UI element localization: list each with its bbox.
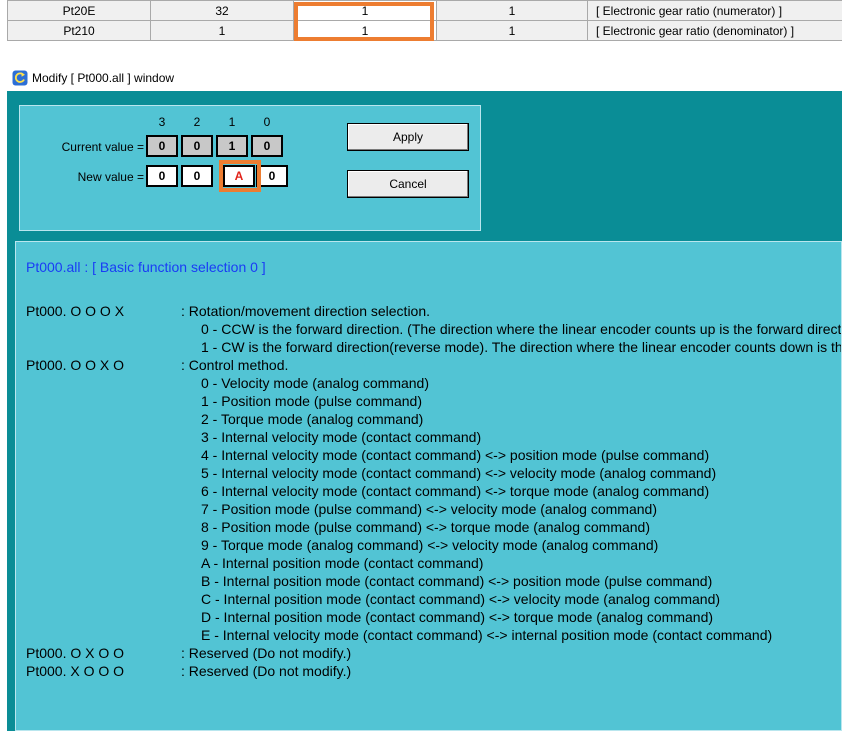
option-line: 1 - CW is the forward direction(reverse … [201, 339, 842, 355]
section-prefix: Pt000. O O X O [26, 357, 125, 373]
option-line: D - Internal position mode (contact comm… [201, 609, 714, 625]
section-prefix: Pt000. X O O O [26, 663, 125, 679]
option-line: 5 - Internal velocity mode (contact comm… [201, 465, 717, 481]
value-cell: 1 [150, 20, 294, 41]
option-line: 0 - CCW is the forward direction. (The d… [201, 321, 842, 337]
section-label: : Reserved (Do not modify.) [181, 663, 352, 679]
new-value-highlight-box [219, 160, 261, 192]
option-line: A - Internal position mode (contact comm… [201, 555, 484, 571]
window-title-text: Modify [ Pt000.all ] window [32, 71, 175, 85]
window-title: Modify [ Pt000.all ] window [12, 68, 174, 88]
current-value-digit: 0 [181, 135, 213, 157]
description-area: Pt000.all : [ Basic function selection 0… [15, 241, 842, 731]
refresh-icon [12, 70, 28, 86]
new-value-digit-input[interactable]: 0 [146, 165, 178, 187]
new-value-digit-input[interactable]: 0 [181, 165, 213, 187]
current-value-digit: 1 [216, 135, 248, 157]
param-cell: Pt20E [7, 0, 151, 21]
digit-header: 0 [263, 115, 271, 129]
new-value-label: New value = [77, 170, 144, 184]
digit-header: 1 [228, 115, 236, 129]
option-line: 2 - Torque mode (analog command) [201, 411, 424, 427]
value-highlight-box [294, 2, 434, 41]
current-value-label: Current value = [61, 140, 144, 154]
value-editor-panel: 3 2 1 0 Current value = 0 0 1 0 New valu… [19, 105, 481, 231]
param-cell: Pt210 [7, 20, 151, 41]
section-label: : Rotation/movement direction selection. [181, 303, 431, 319]
option-line: 3 - Internal velocity mode (contact comm… [201, 429, 482, 445]
option-line: 6 - Internal velocity mode (contact comm… [201, 483, 710, 499]
value-cell: 32 [150, 0, 294, 21]
section-label: : Control method. [181, 357, 289, 373]
description-title: Pt000.all : [ Basic function selection 0… [26, 259, 266, 275]
option-line: 7 - Position mode (pulse command) <-> ve… [201, 501, 657, 517]
option-line: C - Internal position mode (contact comm… [201, 591, 721, 607]
section-prefix: Pt000. O X O O [26, 645, 125, 661]
section-label: : Reserved (Do not modify.) [181, 645, 352, 661]
modify-window: 3 2 1 0 Current value = 0 0 1 0 New valu… [7, 91, 842, 731]
apply-button[interactable]: Apply [347, 123, 469, 151]
digit-header: 3 [158, 115, 166, 129]
value-cell: 1 [436, 20, 588, 41]
digit-header: 2 [193, 115, 201, 129]
option-line: 4 - Internal velocity mode (contact comm… [201, 447, 710, 463]
cancel-button[interactable]: Cancel [347, 170, 469, 198]
option-line: 1 - Position mode (pulse command) [201, 393, 422, 409]
option-line: B - Internal position mode (contact comm… [201, 573, 713, 589]
option-line: 9 - Torque mode (analog command) <-> vel… [201, 537, 659, 553]
option-line: E - Internal velocity mode (contact comm… [201, 627, 773, 643]
option-line: 0 - Velocity mode (analog command) [201, 375, 429, 391]
value-cell: 1 [436, 0, 588, 21]
description-cell: [ Electronic gear ratio (numerator) ] [587, 0, 842, 21]
description-cell: [ Electronic gear ratio (denominator) ] [587, 20, 842, 41]
current-value-digit: 0 [146, 135, 178, 157]
current-value-digit: 0 [251, 135, 283, 157]
section-prefix: Pt000. O O O X [26, 303, 125, 319]
option-line: 8 - Position mode (pulse command) <-> to… [201, 519, 650, 535]
